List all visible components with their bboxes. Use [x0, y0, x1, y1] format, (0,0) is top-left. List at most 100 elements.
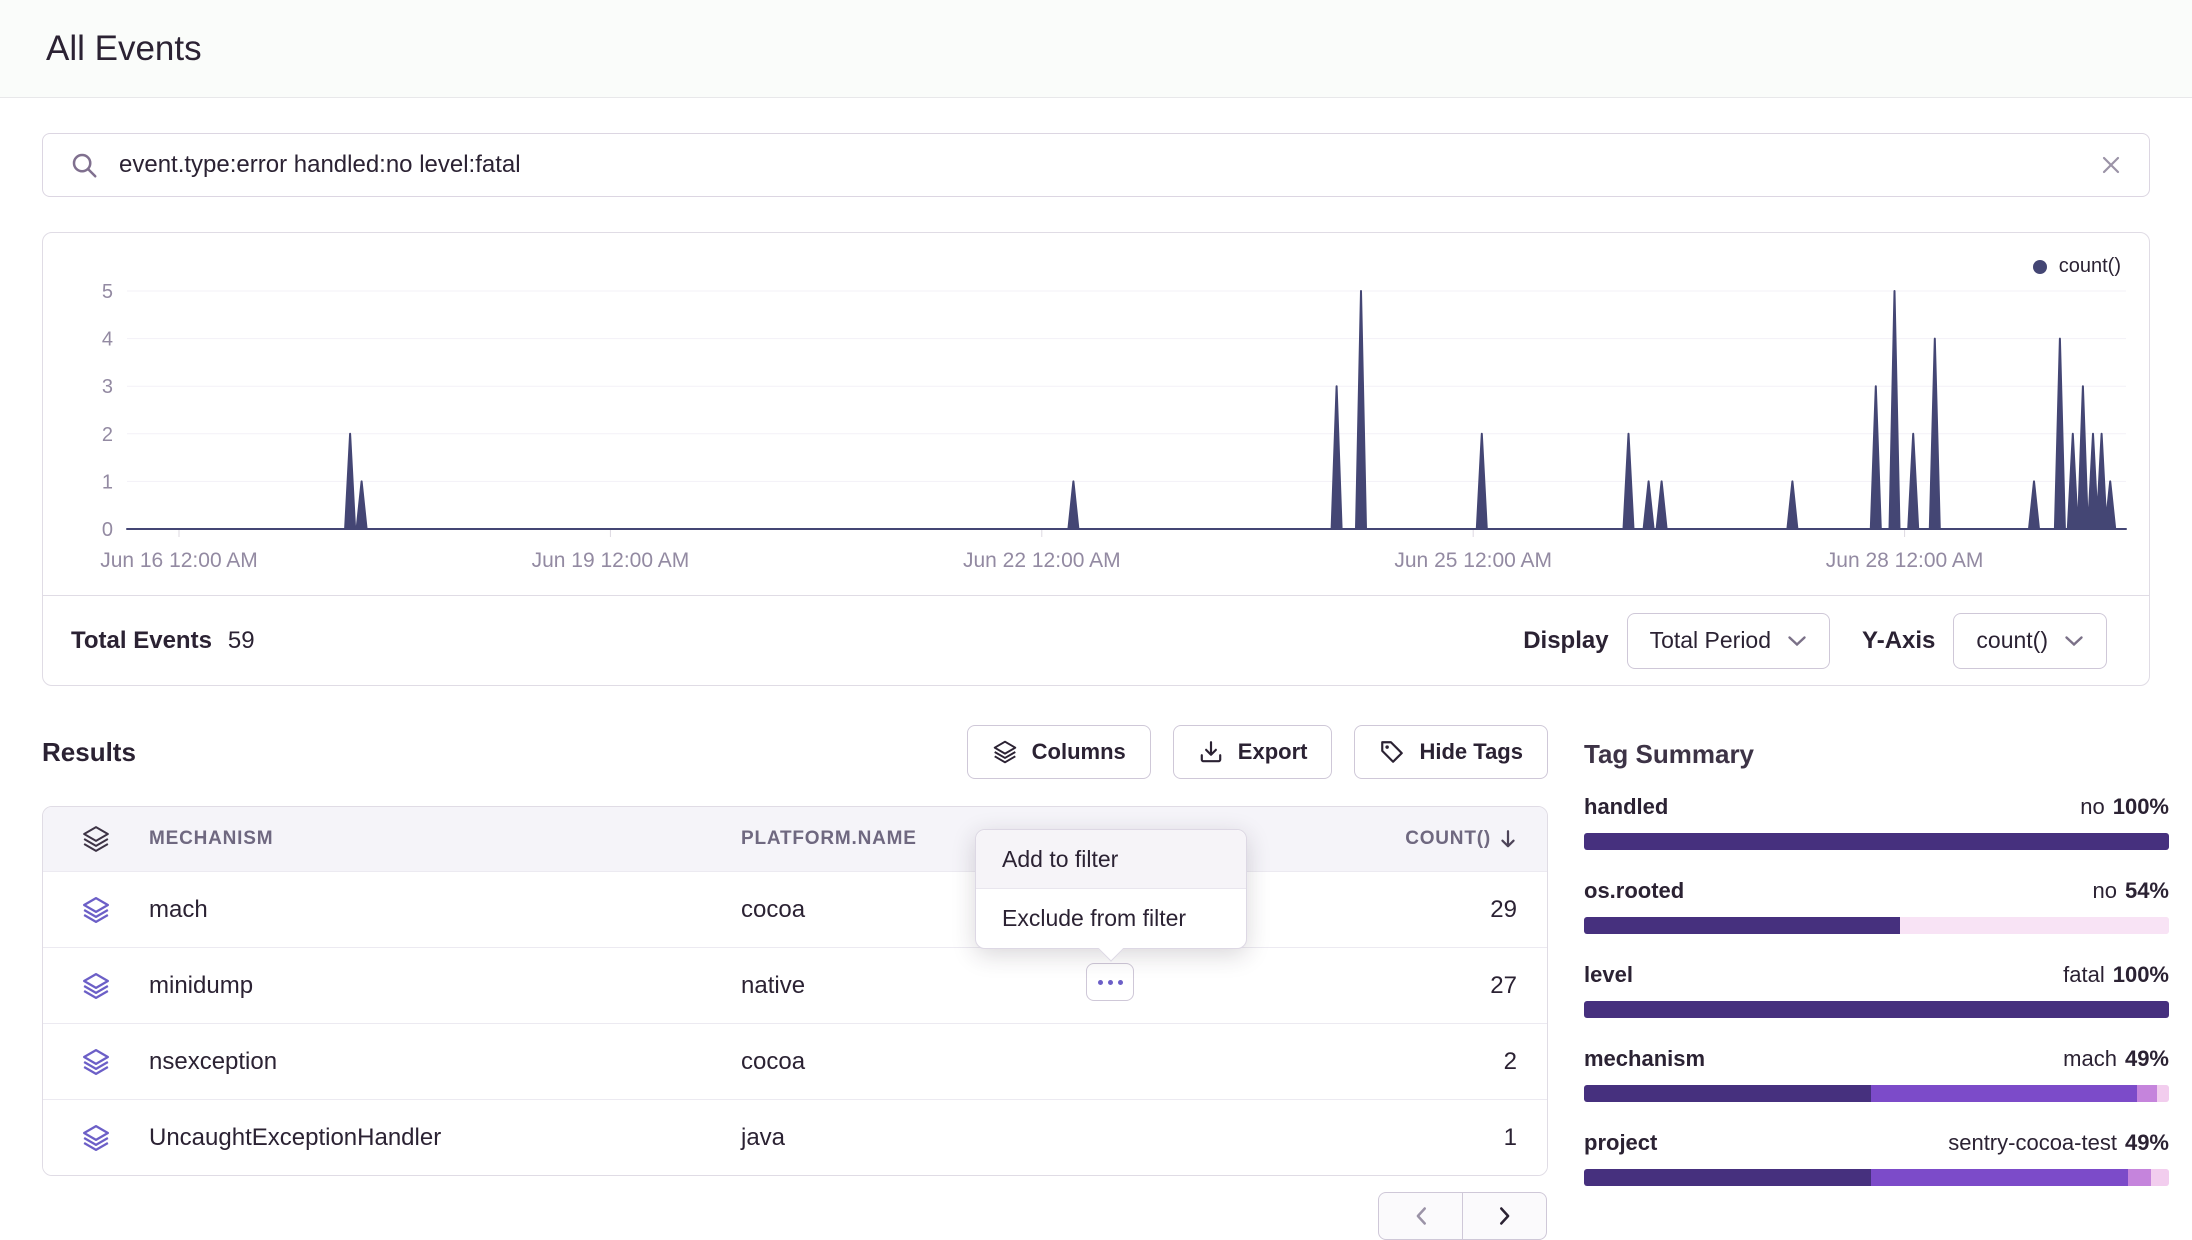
- hide-tags-button[interactable]: Hide Tags: [1354, 725, 1548, 779]
- svg-text:Jun 22 12:00 AM: Jun 22 12:00 AM: [963, 549, 1121, 572]
- svg-text:5: 5: [102, 281, 113, 303]
- columns-stack-icon: [992, 739, 1018, 765]
- tag-name: level: [1584, 962, 1633, 988]
- tag-distribution-bar[interactable]: [1584, 1085, 2169, 1102]
- chart-footer: Total Events 59 Display Total Period Y-A…: [43, 595, 2149, 685]
- table-row: nsexception cocoa 2: [43, 1023, 1547, 1099]
- tag-row-handled: handled no 100%: [1584, 794, 2169, 850]
- tag-name: mechanism: [1584, 1046, 1705, 1072]
- svg-text:Jun 25 12:00 AM: Jun 25 12:00 AM: [1394, 549, 1552, 572]
- export-button[interactable]: Export: [1173, 725, 1333, 779]
- svg-text:1: 1: [102, 471, 113, 493]
- svg-text:Jun 19 12:00 AM: Jun 19 12:00 AM: [532, 549, 690, 572]
- table-row: UncaughtExceptionHandler java 1: [43, 1099, 1547, 1175]
- stack-icon: [81, 971, 111, 1001]
- legend-series-label: count(): [2059, 255, 2121, 278]
- tag-summary: Tag Summary handled no 100% os.rooted no 5…: [1584, 725, 2169, 1214]
- svg-text:Jun 28 12:00 AM: Jun 28 12:00 AM: [1826, 549, 1984, 572]
- cell-mechanism: mach: [149, 896, 741, 924]
- cell-actions-button[interactable]: [1086, 963, 1134, 1001]
- results-actions: Columns Export Hide Tags: [967, 725, 1548, 779]
- cell-platform-name: java: [741, 1124, 1171, 1152]
- tag-name: project: [1584, 1130, 1657, 1156]
- chart-legend[interactable]: count(): [2033, 255, 2121, 278]
- columns-button[interactable]: Columns: [967, 725, 1151, 779]
- tag-summary-title: Tag Summary: [1584, 739, 2169, 770]
- stack-icon: [81, 824, 111, 854]
- menu-item-add-to-filter[interactable]: Add to filter: [976, 830, 1246, 889]
- tag-value: no: [2080, 794, 2104, 819]
- tag-value: sentry-cocoa-test: [1948, 1130, 2117, 1155]
- y-axis-select[interactable]: count(): [1953, 613, 2107, 669]
- tag-row-mechanism: mechanism mach 49%: [1584, 1046, 2169, 1102]
- stack-icon: [81, 1123, 111, 1153]
- export-button-label: Export: [1238, 739, 1308, 765]
- tag-value: mach: [2063, 1046, 2117, 1071]
- results-table: MECHANISM PLATFORM.NAME COUNT() mach coc…: [42, 806, 1548, 1176]
- table-row: minidump native 27: [43, 947, 1547, 1023]
- sort-desc-icon: [1499, 829, 1517, 849]
- chevron-right-icon: [1498, 1206, 1512, 1226]
- svg-text:Jun 16 12:00 AM: Jun 16 12:00 AM: [100, 549, 258, 572]
- legend-series-dot: [2033, 260, 2047, 274]
- export-icon: [1198, 739, 1224, 765]
- column-header-mechanism[interactable]: MECHANISM: [149, 828, 741, 850]
- total-events-label: Total Events: [71, 627, 212, 655]
- next-page-button[interactable]: [1462, 1192, 1547, 1240]
- chevron-down-icon: [2064, 635, 2084, 647]
- chevron-left-icon: [1414, 1206, 1428, 1226]
- total-events: Total Events 59: [71, 627, 255, 655]
- tag-percent: 100%: [2113, 962, 2169, 987]
- cell-count: 2: [1171, 1048, 1547, 1076]
- tag-percent: 54%: [2125, 878, 2169, 903]
- stack-icon: [81, 1047, 111, 1077]
- total-events-value: 59: [228, 627, 255, 655]
- events-chart: 0 1 2 3 4 5 Jun 16 12:00 AM Jun 19 12:00 AM Jun …: [43, 233, 2149, 595]
- display-label: Display: [1523, 627, 1608, 655]
- search-bar[interactable]: [42, 133, 2150, 197]
- cell-mechanism: nsexception: [149, 1048, 741, 1076]
- tag-distribution-bar[interactable]: [1584, 917, 2169, 934]
- tag-value: no: [2092, 878, 2116, 903]
- search-input[interactable]: [119, 151, 2079, 179]
- tag-name: os.rooted: [1584, 878, 1684, 904]
- results-title: Results: [42, 737, 136, 768]
- tag-name: handled: [1584, 794, 1668, 820]
- page-header: All Events: [0, 0, 2192, 98]
- tag-icon: [1379, 739, 1405, 765]
- y-axis-label: Y-Axis: [1862, 627, 1935, 655]
- tag-distribution-bar[interactable]: [1584, 1169, 2169, 1186]
- pagination: [1378, 1192, 1547, 1240]
- cell-count: 1: [1171, 1124, 1547, 1152]
- ellipsis-icon: [1118, 980, 1123, 985]
- svg-text:0: 0: [102, 519, 113, 541]
- chevron-down-icon: [1787, 635, 1807, 647]
- display-select[interactable]: Total Period: [1627, 613, 1830, 669]
- header-icon-cell: [43, 824, 149, 854]
- tag-row-os-rooted: os.rooted no 54%: [1584, 878, 2169, 934]
- tag-row-project: project sentry-cocoa-test 49%: [1584, 1130, 2169, 1186]
- ellipsis-icon: [1098, 980, 1103, 985]
- tag-distribution-bar[interactable]: [1584, 833, 2169, 850]
- tag-percent: 49%: [2125, 1130, 2169, 1155]
- tag-percent: 49%: [2125, 1046, 2169, 1071]
- previous-page-button[interactable]: [1378, 1192, 1463, 1240]
- svg-text:3: 3: [102, 376, 113, 398]
- tag-percent: 100%: [2113, 794, 2169, 819]
- svg-text:4: 4: [102, 329, 113, 351]
- events-chart-panel: 0 1 2 3 4 5 Jun 16 12:00 AM Jun 19 12:00 AM Jun …: [42, 232, 2150, 686]
- results-table-header: MECHANISM PLATFORM.NAME COUNT(): [43, 807, 1547, 871]
- count-header-label: COUNT(): [1405, 828, 1491, 850]
- ellipsis-icon: [1108, 980, 1113, 985]
- cell-platform-name: cocoa: [741, 1048, 1171, 1076]
- search-icon: [69, 150, 99, 180]
- tag-distribution-bar[interactable]: [1584, 1001, 2169, 1018]
- events-chart-svg: 0 1 2 3 4 5 Jun 16 12:00 AM Jun 19 12:00 AM Jun …: [43, 233, 2149, 595]
- clear-search-icon[interactable]: [2099, 153, 2123, 177]
- cell-mechanism: UncaughtExceptionHandler: [149, 1124, 741, 1152]
- stack-icon: [81, 895, 111, 925]
- cell-mechanism: minidump: [149, 972, 741, 1000]
- svg-text:2: 2: [102, 424, 113, 446]
- table-row: mach cocoa 29: [43, 871, 1547, 947]
- results-section: Results Columns Export: [42, 725, 1548, 1214]
